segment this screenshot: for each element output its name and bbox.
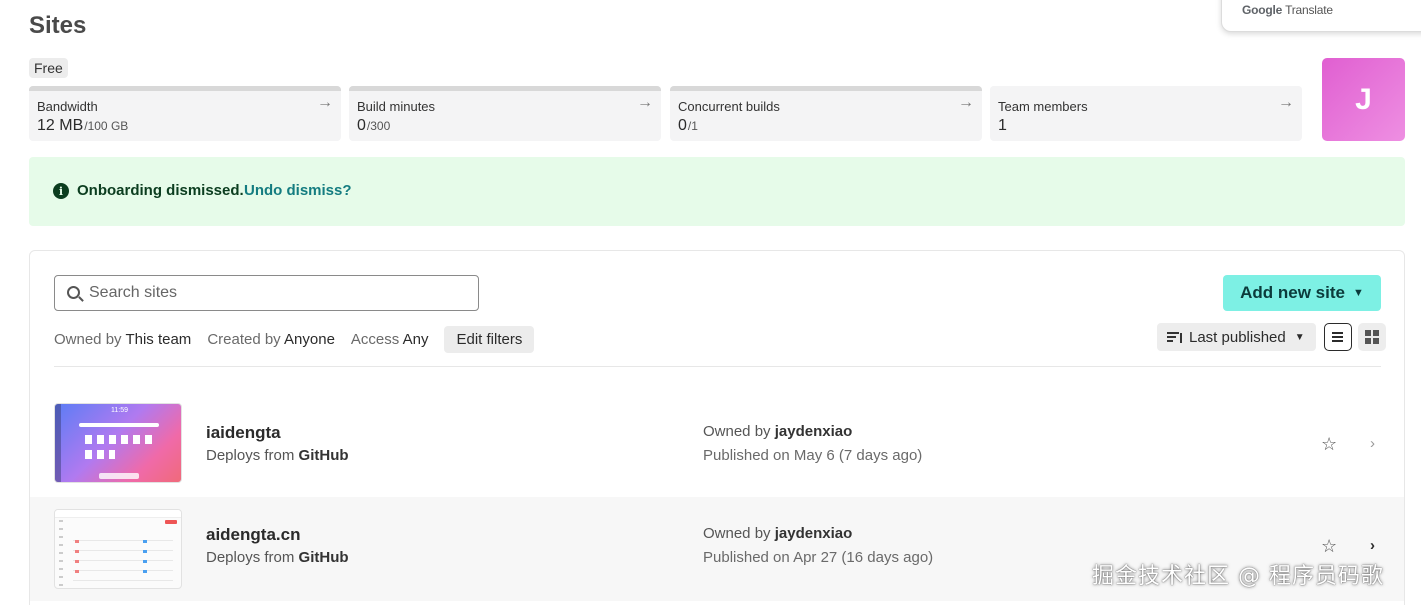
sites-panel: Add new site ▼ Owned by This team Create… [29, 250, 1405, 605]
divider [54, 366, 1381, 367]
onboarding-notice: i Onboarding dismissed. Undo dismiss? [29, 157, 1405, 226]
chevron-right-icon[interactable]: › [1370, 537, 1375, 554]
site-published-date: Published on Apr 27 (16 days ago) [703, 549, 934, 566]
add-new-site-button[interactable]: Add new site ▼ [1223, 275, 1381, 311]
usage-card-concurrent-builds[interactable]: Concurrent builds 0/1 → [670, 86, 982, 141]
usage-value: 0/300 [357, 117, 391, 134]
site-owner: Owned by jaydenxiao [703, 525, 853, 542]
filter-created-by[interactable]: Created by Anyone [207, 331, 335, 348]
plan-badge: Free [29, 58, 68, 78]
filter-owned-by[interactable]: Owned by This team [54, 331, 191, 348]
site-name[interactable]: iaidengta [206, 423, 281, 443]
site-deploy-source: Deploys from GitHub [206, 549, 349, 566]
site-thumbnail: 11:59 [54, 403, 182, 483]
notice-message: Onboarding dismissed. [77, 182, 244, 199]
arrow-right-icon: → [958, 94, 974, 111]
usage-bar [990, 86, 1302, 91]
usage-bar [670, 86, 982, 91]
chevron-right-icon[interactable]: › [1370, 435, 1375, 452]
watermark: 掘金技术社区 @ 程序员码歌 [1092, 564, 1384, 589]
arrow-right-icon: → [1278, 94, 1294, 111]
usage-label: Team members [998, 99, 1088, 114]
sort-icon [1167, 331, 1183, 344]
site-name[interactable]: aidengta.cn [206, 525, 300, 545]
grid-view-toggle[interactable] [1358, 323, 1386, 351]
arrow-right-icon: → [637, 94, 653, 111]
site-owner: Owned by jaydenxiao [703, 423, 853, 440]
info-icon: i [53, 183, 69, 199]
usage-label: Bandwidth [37, 99, 98, 114]
site-deploy-source: Deploys from GitHub [206, 447, 349, 464]
chevron-down-icon: ▼ [1294, 331, 1305, 343]
sort-label: Last published [1189, 328, 1286, 346]
chevron-down-icon: ▼ [1352, 287, 1364, 299]
usage-bar [349, 86, 661, 91]
filter-access[interactable]: Access Any [351, 331, 429, 348]
edit-filters-button[interactable]: Edit filters [444, 326, 535, 353]
google-translate-popup[interactable]: Google Translate [1221, 0, 1421, 32]
page-title: Sites [29, 12, 87, 39]
usage-value: 1 [998, 117, 1007, 134]
sort-dropdown[interactable]: Last published ▼ [1157, 323, 1316, 351]
list-view-toggle[interactable] [1324, 323, 1352, 351]
usage-card-team-members[interactable]: Team members 1 → [990, 86, 1302, 141]
search-field[interactable] [54, 275, 479, 311]
usage-card-build-minutes[interactable]: Build minutes 0/300 → [349, 86, 661, 141]
star-icon[interactable]: ☆ [1321, 434, 1337, 455]
team-avatar[interactable]: J [1322, 58, 1405, 141]
search-input[interactable] [89, 281, 469, 305]
translate-label: Google Translate [1242, 3, 1333, 17]
usage-label: Concurrent builds [678, 99, 780, 114]
site-thumbnail [54, 509, 182, 589]
usage-card-bandwidth[interactable]: Bandwidth 12 MB/100 GB → [29, 86, 341, 141]
filter-bar: Owned by This team Created by Anyone Acc… [54, 326, 535, 353]
arrow-right-icon: → [317, 94, 333, 111]
usage-value: 0/1 [678, 117, 698, 134]
site-published-date: Published on May 6 (7 days ago) [703, 447, 923, 464]
usage-bar [29, 86, 341, 91]
star-icon[interactable]: ☆ [1321, 536, 1337, 557]
site-row[interactable]: 11:59 iaidengta Deploys from GitHub Owne… [30, 395, 1404, 499]
search-icon [67, 286, 80, 299]
usage-label: Build minutes [357, 99, 436, 114]
undo-dismiss-link[interactable]: Undo dismiss? [244, 182, 352, 199]
add-new-site-label: Add new site [1240, 283, 1345, 302]
usage-value: 12 MB/100 GB [37, 117, 129, 134]
